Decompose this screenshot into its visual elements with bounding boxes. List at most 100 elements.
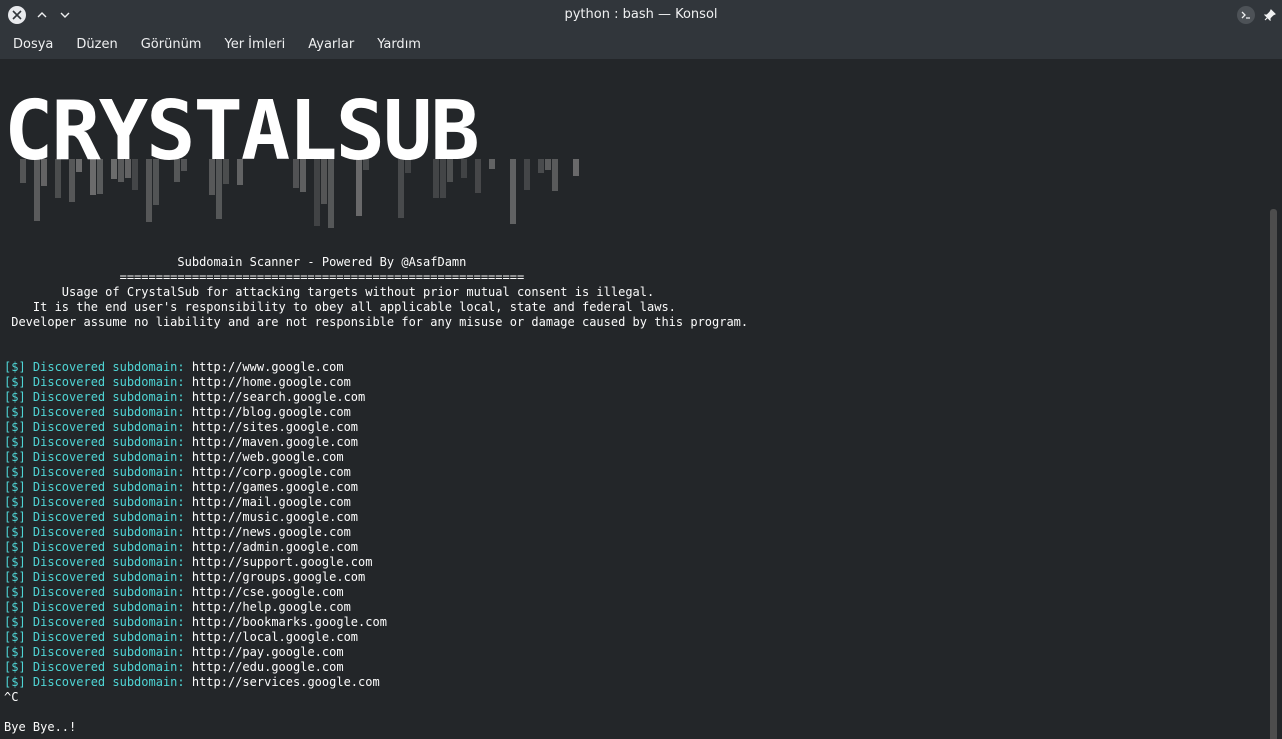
subdomain-url: http://search.google.com <box>191 390 366 404</box>
list-item: [$] Discovered subdomain: http://admin.g… <box>4 540 748 555</box>
list-item: [$] Discovered subdomain: http://service… <box>4 675 748 690</box>
result-prefix: [$] Discovered subdomain: <box>4 360 185 374</box>
result-prefix: [$] Discovered subdomain: <box>4 510 185 524</box>
header-line: Subdomain Scanner - Powered By @AsafDamn <box>4 255 467 269</box>
result-prefix: [$] Discovered subdomain: <box>4 585 185 599</box>
list-item: [$] Discovered subdomain: http://bookmar… <box>4 615 748 630</box>
konsole-app-icon[interactable] <box>1237 6 1255 24</box>
subdomain-url: http://blog.google.com <box>191 405 351 419</box>
list-item: [$] Discovered subdomain: http://help.go… <box>4 600 748 615</box>
list-item: [$] Discovered subdomain: http://web.goo… <box>4 450 748 465</box>
result-prefix: [$] Discovered subdomain: <box>4 555 185 569</box>
subdomain-url: http://games.google.com <box>191 480 359 494</box>
result-prefix: [$] Discovered subdomain: <box>4 450 185 464</box>
subdomain-url: http://groups.google.com <box>191 570 366 584</box>
results-list: [$] Discovered subdomain: http://www.goo… <box>4 360 748 690</box>
banner-text: CRYSTALSUB <box>4 84 478 179</box>
subdomain-url: http://news.google.com <box>191 525 351 539</box>
list-item: [$] Discovered subdomain: http://cse.goo… <box>4 585 748 600</box>
terminal-area[interactable]: CRYSTALSUB Subdomain Scanner - Powered B… <box>0 59 1282 739</box>
subdomain-url: http://admin.google.com <box>191 540 359 554</box>
result-prefix: [$] Discovered subdomain: <box>4 390 185 404</box>
menu-bookmarks[interactable]: Yer İmleri <box>214 30 295 59</box>
subdomain-url: http://music.google.com <box>191 510 359 524</box>
list-item: [$] Discovered subdomain: http://news.go… <box>4 525 748 540</box>
header-line: Usage of CrystalSub for attacking target… <box>4 285 655 299</box>
subdomain-url: http://edu.google.com <box>191 660 344 674</box>
list-item: [$] Discovered subdomain: http://mail.go… <box>4 495 748 510</box>
banner-drip <box>510 159 516 224</box>
pin-icon <box>1264 9 1276 21</box>
result-prefix: [$] Discovered subdomain: <box>4 615 185 629</box>
result-prefix: [$] Discovered subdomain: <box>4 405 185 419</box>
result-prefix: [$] Discovered subdomain: <box>4 480 185 494</box>
subdomain-url: http://local.google.com <box>191 630 359 644</box>
result-prefix: [$] Discovered subdomain: <box>4 630 185 644</box>
list-item: [$] Discovered subdomain: http://edu.goo… <box>4 660 748 675</box>
subdomain-url: http://corp.google.com <box>191 465 351 479</box>
subdomain-url: http://support.google.com <box>191 555 373 569</box>
menu-help[interactable]: Yardım <box>367 30 431 59</box>
subdomain-url: http://mail.google.com <box>191 495 351 509</box>
result-prefix: [$] Discovered subdomain: <box>4 435 185 449</box>
result-prefix: [$] Discovered subdomain: <box>4 570 185 584</box>
result-prefix: [$] Discovered subdomain: <box>4 420 185 434</box>
result-prefix: [$] Discovered subdomain: <box>4 525 185 539</box>
list-item: [$] Discovered subdomain: http://corp.go… <box>4 465 748 480</box>
subdomain-url: http://cse.google.com <box>191 585 344 599</box>
result-prefix: [$] Discovered subdomain: <box>4 600 185 614</box>
list-item: [$] Discovered subdomain: http://sites.g… <box>4 420 748 435</box>
subdomain-url: http://maven.google.com <box>191 435 359 449</box>
result-prefix: [$] Discovered subdomain: <box>4 375 185 389</box>
scrollbar[interactable] <box>1270 209 1277 739</box>
keep-above-button[interactable] <box>33 6 51 24</box>
menu-view[interactable]: Görünüm <box>131 30 212 59</box>
footer-line: Bye Bye..! <box>4 720 77 734</box>
banner-drip <box>552 159 558 191</box>
result-prefix: [$] Discovered subdomain: <box>4 540 185 554</box>
subdomain-url: http://pay.google.com <box>191 645 344 659</box>
title-bar: python : bash — Konsol <box>0 0 1282 30</box>
window-title: python : bash — Konsol <box>564 7 718 22</box>
list-item: [$] Discovered subdomain: http://games.g… <box>4 480 748 495</box>
terminal-icon <box>1241 11 1250 19</box>
pin-button[interactable] <box>1261 6 1279 24</box>
keep-below-button[interactable] <box>56 6 74 24</box>
list-item: [$] Discovered subdomain: http://pay.goo… <box>4 645 748 660</box>
subdomain-url: http://web.google.com <box>191 450 344 464</box>
terminal-output: Subdomain Scanner - Powered By @AsafDamn… <box>4 255 748 735</box>
result-prefix: [$] Discovered subdomain: <box>4 465 185 479</box>
result-prefix: [$] Discovered subdomain: <box>4 660 185 674</box>
list-item: [$] Discovered subdomain: http://maven.g… <box>4 435 748 450</box>
list-item: [$] Discovered subdomain: http://home.go… <box>4 375 748 390</box>
result-prefix: [$] Discovered subdomain: <box>4 645 185 659</box>
close-button[interactable] <box>8 6 26 24</box>
menu-settings[interactable]: Ayarlar <box>298 30 364 59</box>
menu-file[interactable]: Dosya <box>3 30 63 59</box>
result-prefix: [$] Discovered subdomain: <box>4 675 185 689</box>
header-line: It is the end user's responsibility to o… <box>4 300 676 314</box>
close-icon <box>12 10 22 20</box>
subdomain-url: http://help.google.com <box>191 600 351 614</box>
list-item: [$] Discovered subdomain: http://search.… <box>4 390 748 405</box>
banner-drip <box>524 159 530 190</box>
result-prefix: [$] Discovered subdomain: <box>4 495 185 509</box>
chevron-up-icon <box>37 12 47 18</box>
list-item: [$] Discovered subdomain: http://local.g… <box>4 630 748 645</box>
menu-edit[interactable]: Düzen <box>66 30 127 59</box>
list-item: [$] Discovered subdomain: http://music.g… <box>4 510 748 525</box>
banner-drip <box>545 159 551 170</box>
subdomain-url: http://www.google.com <box>191 360 344 374</box>
banner-drip <box>538 159 544 173</box>
subdomain-url: http://home.google.com <box>191 375 351 389</box>
subdomain-url: http://services.google.com <box>191 675 380 689</box>
subdomain-url: http://sites.google.com <box>191 420 359 434</box>
header-rule: ========================================… <box>4 270 525 284</box>
chevron-down-icon <box>60 12 70 18</box>
subdomain-url: http://bookmarks.google.com <box>191 615 387 629</box>
interrupt-line: ^C <box>4 690 19 704</box>
list-item: [$] Discovered subdomain: http://www.goo… <box>4 360 748 375</box>
header-line: Developer assume no liability and are no… <box>4 315 749 329</box>
banner-drip <box>489 159 495 169</box>
ascii-banner: CRYSTALSUB <box>4 84 579 228</box>
